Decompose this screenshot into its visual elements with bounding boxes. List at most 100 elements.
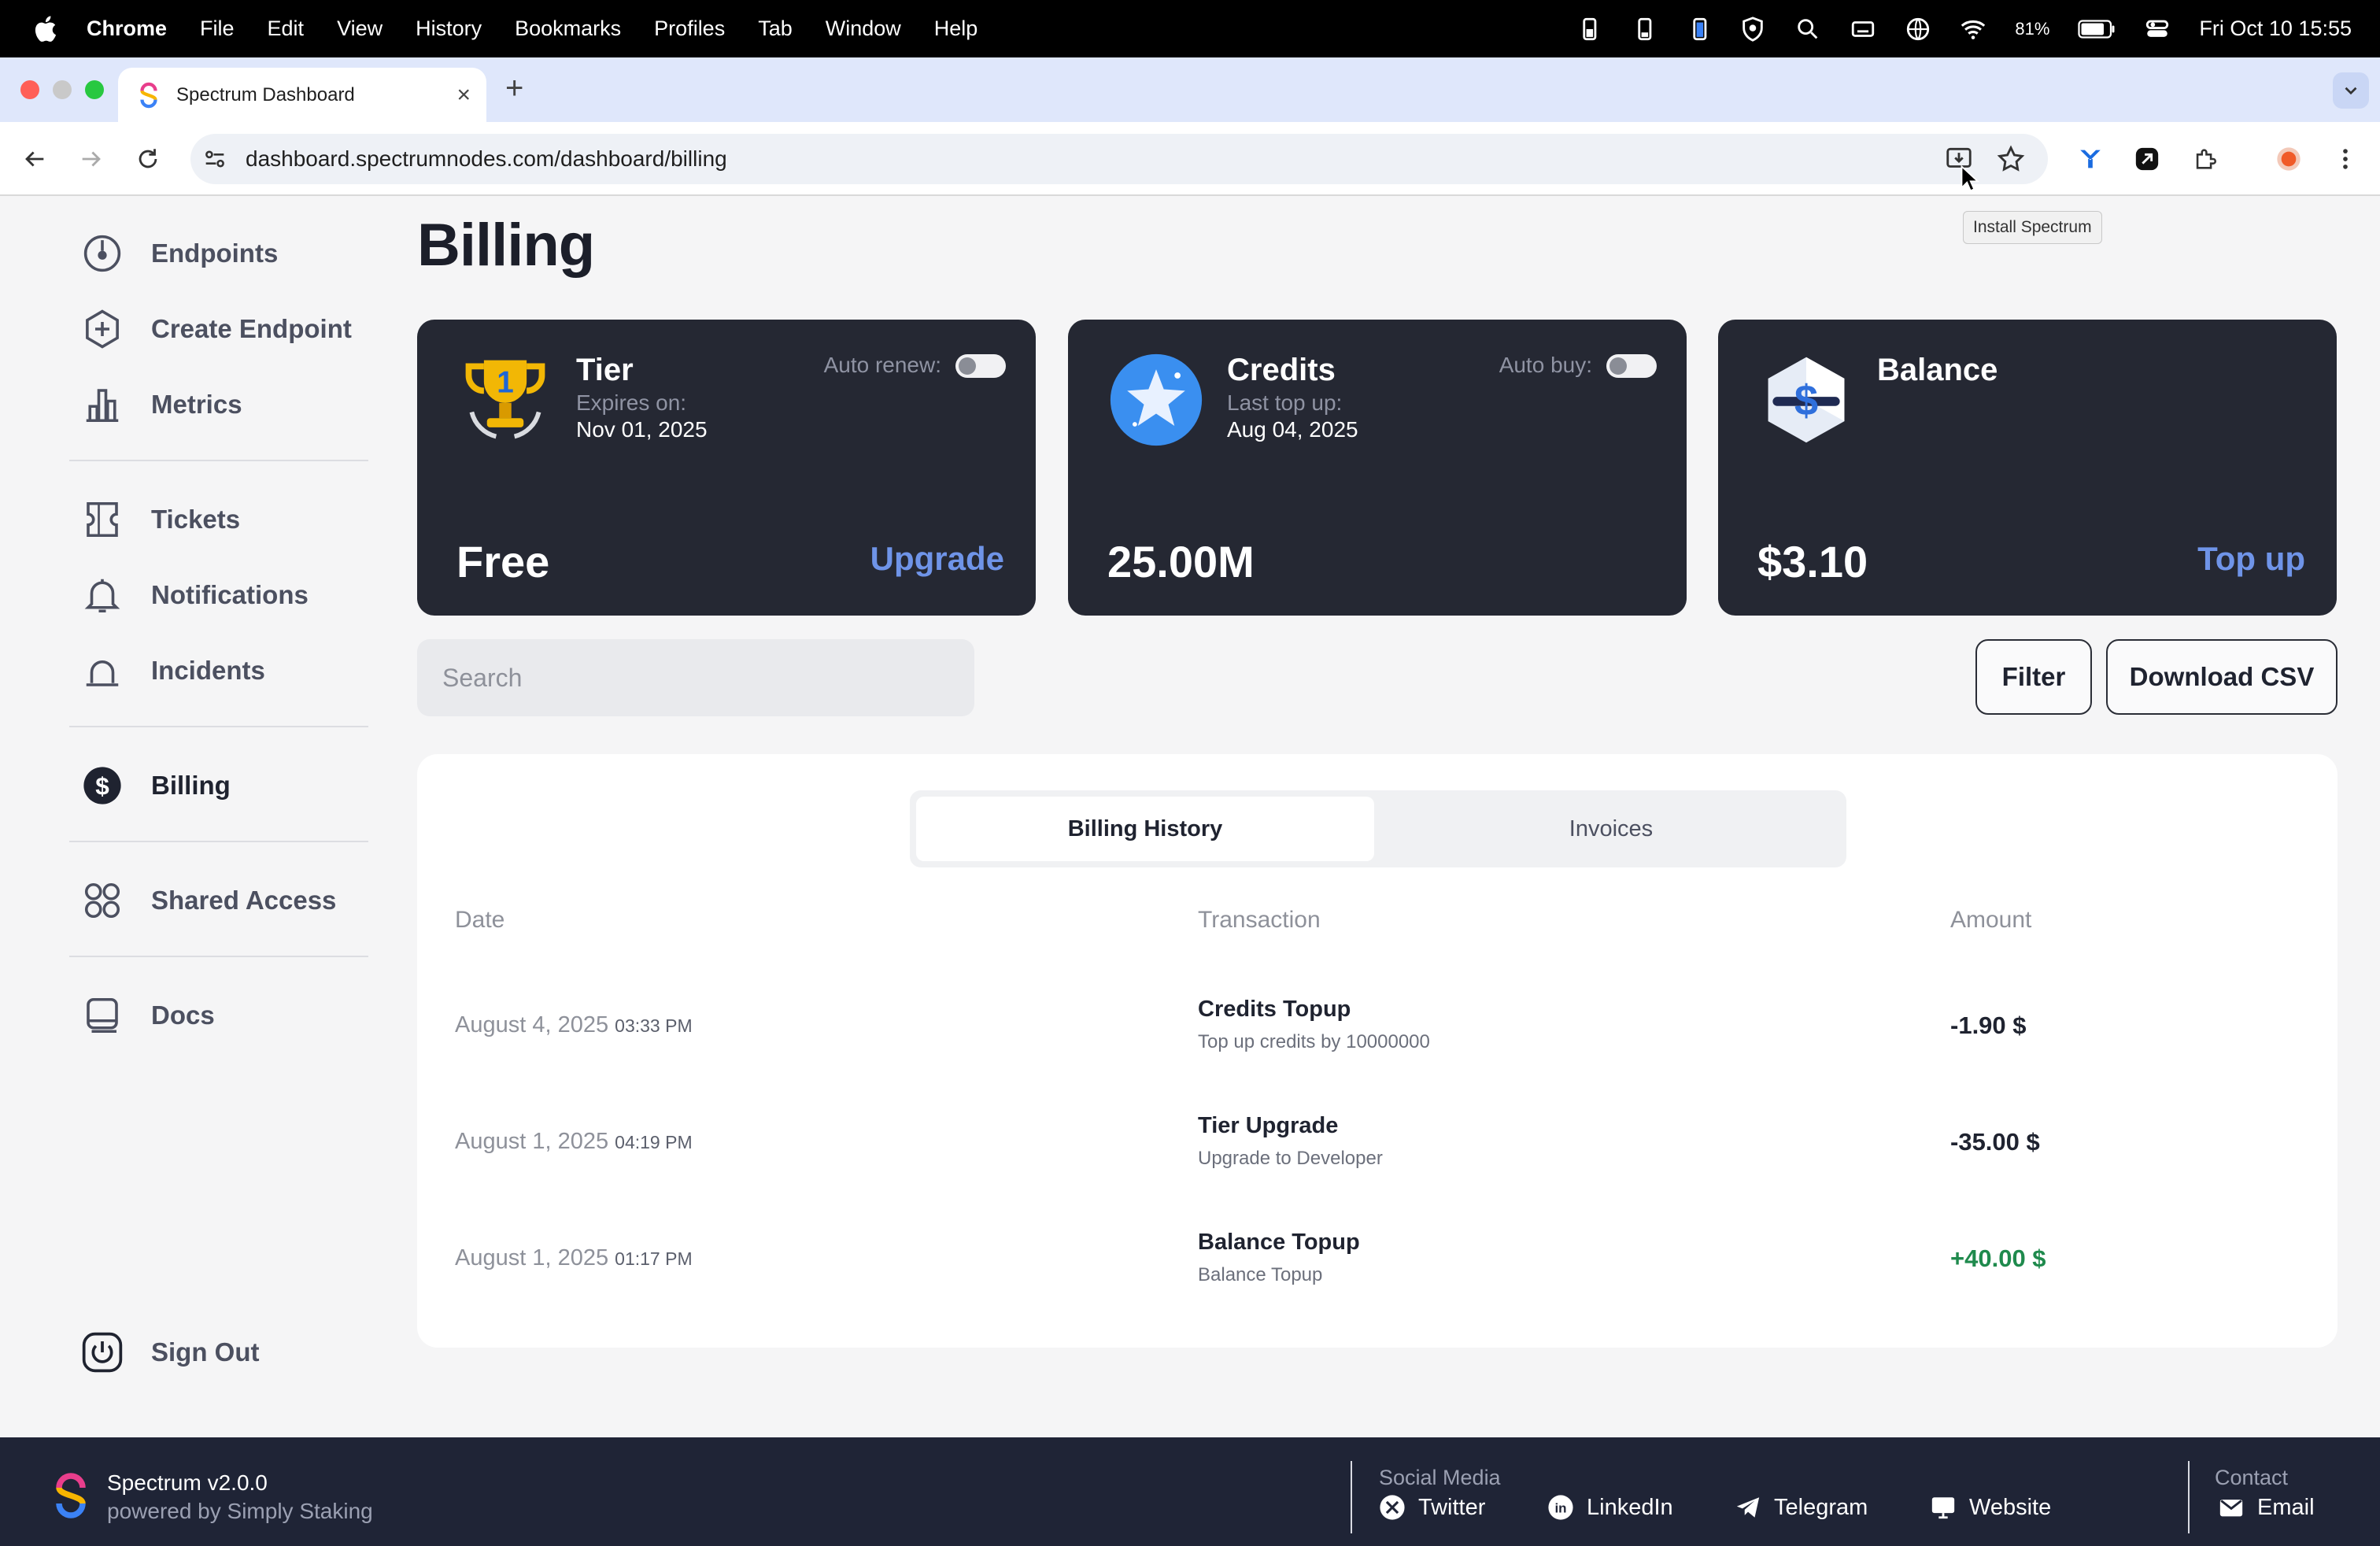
row-transaction-title: Tier Upgrade [1198, 1113, 1339, 1138]
menu-file[interactable]: File [200, 17, 235, 41]
forward-arrow-icon[interactable] [74, 142, 109, 176]
spotlight-search-icon[interactable] [1794, 16, 1821, 43]
spectrum-logo-icon [56, 1473, 86, 1518]
footer-telegram-link[interactable]: Telegram [1735, 1494, 1868, 1521]
row-date-time: 03:33 PM [615, 1015, 693, 1036]
row-date: August 4, 2025 03:33 PM [455, 1012, 693, 1038]
menubar-clock[interactable]: Fri Oct 10 15:55 [2199, 17, 2352, 41]
footer-linkedin-link[interactable]: in LinkedIn [1547, 1494, 1673, 1521]
chrome-menu-icon[interactable] [2330, 143, 2361, 175]
bookmark-star-icon[interactable] [1996, 144, 2026, 174]
row-transaction-title: Balance Topup [1198, 1230, 1360, 1255]
tab-search-chevron-icon[interactable] [2333, 72, 2369, 109]
menu-edit[interactable]: Edit [268, 17, 305, 41]
battery-percent: 81% [2015, 18, 2050, 39]
sidebar-divider [69, 460, 368, 461]
sidebar-item-create-endpoint[interactable]: Create Endpoint [80, 304, 352, 354]
download-csv-button[interactable]: Download CSV [2106, 639, 2338, 715]
menu-view[interactable]: View [337, 17, 382, 41]
tab-billing-history[interactable]: Billing History [916, 797, 1374, 861]
zoom-window-button[interactable] [85, 80, 104, 99]
reload-icon[interactable] [131, 142, 165, 176]
footer-divider [1351, 1461, 1352, 1533]
footer-email-label: Email [2257, 1494, 2315, 1520]
tier-value: Free [456, 537, 550, 586]
auto-buy-toggle[interactable] [1606, 354, 1657, 378]
menu-history[interactable]: History [416, 17, 482, 41]
wifi-icon[interactable] [1960, 16, 1986, 43]
auto-renew-toggle[interactable] [955, 354, 1006, 378]
row-date: August 1, 2025 01:17 PM [455, 1245, 693, 1271]
extension-arrow-icon[interactable] [2131, 143, 2163, 175]
search-input[interactable]: Search [417, 639, 974, 716]
shield-icon[interactable] [1739, 16, 1766, 43]
star-badge-icon [1110, 353, 1203, 446]
credits-title: Credits [1227, 353, 1336, 387]
menu-app-name[interactable]: Chrome [87, 17, 167, 41]
sidebar-item-incidents[interactable]: Incidents [80, 645, 265, 696]
tier-expires-label: Expires on: [576, 390, 687, 415]
keyboard-icon[interactable] [1850, 16, 1876, 43]
row-date-day: August 4, 2025 [455, 1012, 609, 1037]
menu-tab[interactable]: Tab [758, 17, 793, 41]
balance-card: $ Balance $3.10 Top up [1718, 320, 2337, 616]
mouse-cursor-icon [1961, 165, 1979, 192]
profile-avatar-icon[interactable] [2273, 143, 2304, 175]
sign-out-label: Sign Out [151, 1337, 260, 1367]
tab-title: Spectrum Dashboard [176, 84, 355, 105]
credits-value: 25.00M [1107, 537, 1255, 586]
column-header-date: Date [455, 907, 505, 933]
sidebar-item-notifications[interactable]: Notifications [80, 570, 309, 620]
top-up-link[interactable]: Top up [2197, 540, 2305, 578]
sidebar-item-docs[interactable]: Docs [80, 990, 215, 1041]
sidebar: Endpoints Create Endpoint Metrics Ticket… [69, 197, 368, 1441]
back-arrow-icon[interactable] [17, 142, 52, 176]
row-date-day: August 1, 2025 [455, 1245, 609, 1270]
site-settings-icon[interactable] [201, 146, 228, 172]
row-transaction-desc: Balance Topup [1198, 1264, 1323, 1285]
address-bar[interactable]: dashboard.spectrumnodes.com/dashboard/bi… [190, 134, 2048, 184]
footer-website-link[interactable]: Website [1930, 1494, 2051, 1521]
extensions-puzzle-icon[interactable] [2190, 143, 2221, 175]
sidebar-item-metrics[interactable]: Metrics [80, 379, 242, 430]
battery-icon[interactable] [2078, 16, 2116, 43]
tier-card: 1 Tier Expires on: Nov 01, 2025 Auto ren… [417, 320, 1036, 616]
sidebar-item-shared-access[interactable]: Shared Access [80, 875, 336, 926]
footer-email-link[interactable]: Email [2218, 1494, 2315, 1521]
filter-button[interactable]: Filter [1975, 639, 2092, 715]
close-window-button[interactable] [20, 80, 39, 99]
extension-y-icon[interactable] [2075, 143, 2106, 175]
menu-bookmarks[interactable]: Bookmarks [515, 17, 621, 41]
cpu-monitor-icon[interactable] [1574, 16, 1601, 43]
credits-last-topup-date: Aug 04, 2025 [1227, 417, 1358, 442]
plus-hexagon-icon [80, 307, 124, 351]
url-text[interactable]: dashboard.spectrumnodes.com/dashboard/bi… [246, 146, 1944, 172]
gpu-monitor-icon[interactable] [1629, 16, 1656, 43]
footer-linkedin-label: LinkedIn [1587, 1494, 1673, 1520]
upgrade-link[interactable]: Upgrade [870, 540, 1004, 578]
credits-card: Credits Last top up: Aug 04, 2025 Auto b… [1068, 320, 1687, 616]
sidebar-item-endpoints[interactable]: Endpoints [80, 228, 278, 279]
control-center-icon[interactable] [2144, 16, 2171, 43]
sidebar-item-label: Endpoints [151, 239, 279, 268]
new-tab-icon[interactable]: + [505, 71, 523, 106]
footer-app-version: Spectrum v2.0.0 [107, 1470, 268, 1495]
apple-logo-icon[interactable] [30, 13, 63, 46]
sidebar-item-billing[interactable]: $ Billing [80, 760, 231, 811]
footer-twitter-link[interactable]: Twitter [1379, 1494, 1485, 1521]
menu-help[interactable]: Help [934, 17, 978, 41]
footer-website-label: Website [1969, 1494, 2052, 1520]
ram-monitor-icon[interactable] [1684, 16, 1711, 43]
sign-out-button[interactable]: Sign Out [80, 1327, 259, 1378]
vpn-globe-icon[interactable] [1905, 16, 1931, 43]
menu-window[interactable]: Window [826, 17, 901, 41]
minimize-window-button[interactable] [53, 80, 72, 99]
tab-close-icon[interactable]: × [456, 82, 471, 109]
browser-tab-active[interactable]: Spectrum Dashboard × [118, 68, 486, 123]
sidebar-item-tickets[interactable]: Tickets [80, 494, 240, 545]
auto-buy-label: Auto buy: [1499, 353, 1592, 377]
menu-profiles[interactable]: Profiles [654, 17, 725, 41]
row-amount: +40.00 $ [1950, 1245, 2046, 1272]
tab-invoices[interactable]: Invoices [1382, 797, 1840, 861]
sidebar-divider [69, 956, 368, 957]
